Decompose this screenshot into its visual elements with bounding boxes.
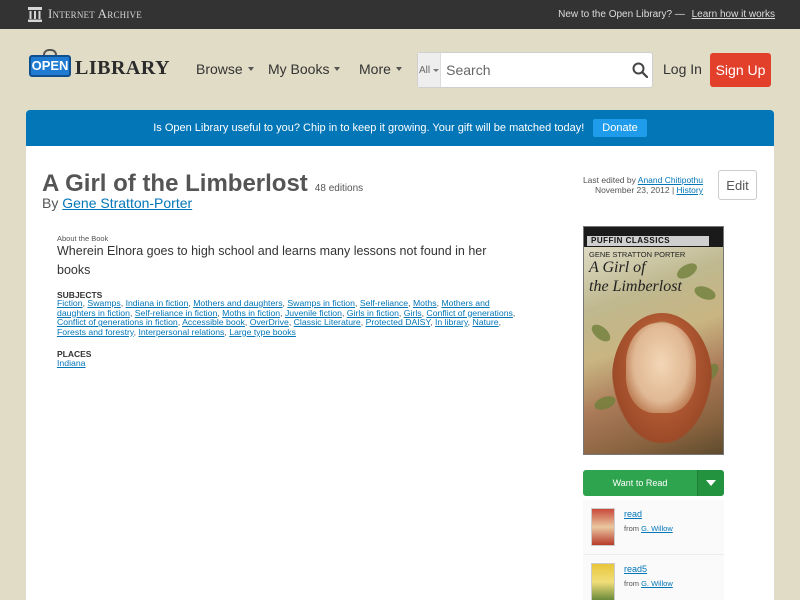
chevron-down-icon xyxy=(247,67,254,71)
donate-button[interactable]: Donate xyxy=(593,119,647,137)
subjects-list: Fiction, Swamps, Indiana in fiction, Mot… xyxy=(57,298,519,337)
internet-archive-logo[interactable]: Internet Archive xyxy=(28,6,142,22)
cover-title-line2: the Limberlost xyxy=(589,278,682,295)
archive-temple-icon xyxy=(28,6,42,22)
subject-link[interactable]: Self-reliance xyxy=(360,298,408,308)
nav-browse-label: Browse xyxy=(196,61,243,77)
subject-link[interactable]: Mothers and daughters xyxy=(193,298,282,308)
edit-date: November 23, 2012 | xyxy=(594,185,675,195)
search-input[interactable] xyxy=(441,53,628,87)
chevron-down-icon xyxy=(433,68,440,72)
subject-link[interactable]: Forests and forestry xyxy=(57,327,134,337)
cover-title: A Girl of the Limberlost xyxy=(589,258,682,296)
login-link[interactable]: Log In xyxy=(663,61,702,77)
nav-my-books-label: My Books xyxy=(268,61,330,77)
leaf-shape xyxy=(588,321,614,345)
search-scope-select[interactable]: All xyxy=(418,53,442,87)
want-to-read-dropdown[interactable] xyxy=(697,470,724,496)
history-link[interactable]: History xyxy=(677,185,703,195)
cover-title-line1: A Girl of xyxy=(589,259,646,276)
internet-archive-name: Internet Archive xyxy=(48,6,142,21)
new-user-prompt: New to the Open Library? — Learn how it … xyxy=(558,9,775,20)
subject-link[interactable]: Protected DAISY xyxy=(366,317,431,327)
subject-link[interactable]: Moths xyxy=(413,298,437,308)
nav-more[interactable]: More xyxy=(359,61,402,77)
chevron-down-icon xyxy=(395,67,402,71)
book-cover[interactable]: PUFFIN CLASSICS GENE STRATTON PORTER A G… xyxy=(583,226,724,455)
subject-link[interactable]: Conflict of generations in fiction xyxy=(57,317,178,327)
cover-series-label: PUFFIN CLASSICS xyxy=(587,236,709,246)
book-title: A Girl of the Limberlost xyxy=(42,170,308,197)
editions-count[interactable]: 48 editions xyxy=(315,183,363,194)
internet-archive-bar: Internet Archive New to the Open Library… xyxy=(0,0,800,29)
list-thumbnail[interactable] xyxy=(591,563,615,600)
want-to-read-control: Want to Read xyxy=(583,470,724,496)
editor-link[interactable]: Anand Chitipothu xyxy=(638,175,703,185)
subject-link[interactable]: Interpersonal relations xyxy=(138,327,224,337)
subject-link[interactable]: Girls in fiction xyxy=(347,308,399,318)
subject-link[interactable]: Moths in fiction xyxy=(222,308,280,318)
open-sign: OPEN xyxy=(29,55,71,77)
chevron-down-icon xyxy=(334,67,341,71)
subject-link[interactable]: Conflict of generations xyxy=(426,308,512,318)
last-edited-info: Last edited by Anand Chitipothu November… xyxy=(583,175,703,195)
byline: By Gene Stratton-Porter xyxy=(42,195,192,211)
book-panel: A Girl of the Limberlost 48 editions By … xyxy=(26,146,774,600)
places-list: Indiana xyxy=(57,358,86,368)
donate-banner-text: Is Open Library useful to you? Chip in t… xyxy=(153,122,585,134)
separator: , xyxy=(498,317,501,328)
lists-panel: read from G. Willow read5 from G. Willow xyxy=(583,500,724,600)
open-library-logo[interactable]: OPEN LIBRARY xyxy=(29,49,170,85)
subject-link[interactable]: Girls xyxy=(404,308,422,318)
signup-button[interactable]: Sign Up xyxy=(710,53,771,87)
subject-link[interactable]: Swamps in fiction xyxy=(287,298,355,308)
subject-link[interactable]: Nature xyxy=(472,317,498,327)
subject-link[interactable]: Accessible book xyxy=(182,317,245,327)
by-label: By xyxy=(42,195,59,211)
leaf-shape xyxy=(692,283,718,303)
author-link[interactable]: Gene Stratton-Porter xyxy=(62,195,192,211)
subject-link[interactable]: Self-reliance in fiction xyxy=(135,308,218,318)
list-owner-link[interactable]: G. Willow xyxy=(641,524,673,533)
new-user-text: New to the Open Library? — xyxy=(558,9,685,20)
search-bar: All xyxy=(417,52,653,88)
list-from-label: from xyxy=(624,524,639,533)
list-name-link[interactable]: read5 xyxy=(624,564,647,574)
nav-more-label: More xyxy=(359,61,391,77)
girl-face xyxy=(626,323,696,413)
subject-link[interactable]: OverDrive xyxy=(250,317,289,327)
edited-prefix: Last edited by xyxy=(582,175,636,185)
about-text: Wherein Elnora goes to high school and l… xyxy=(57,244,487,277)
chevron-down-icon xyxy=(706,480,716,486)
subject-link[interactable]: Swamps xyxy=(87,298,120,308)
learn-how-link[interactable]: Learn how it works xyxy=(692,9,775,20)
separator: , xyxy=(512,307,516,318)
list-item: read5 from G. Willow xyxy=(583,555,724,600)
want-to-read-button[interactable]: Want to Read xyxy=(583,470,697,496)
library-wordmark: LIBRARY xyxy=(75,57,171,79)
subject-link[interactable]: Juvenile fiction xyxy=(285,308,342,318)
nav-my-books[interactable]: My Books xyxy=(268,61,341,77)
search-scope-label: All xyxy=(419,64,431,76)
list-from-label: from xyxy=(624,579,639,588)
subject-link[interactable]: Large type books xyxy=(229,327,296,337)
search-icon[interactable] xyxy=(627,53,652,87)
subject-link[interactable]: Indiana in fiction xyxy=(126,298,189,308)
list-name-link[interactable]: read xyxy=(624,509,642,519)
list-thumbnail[interactable] xyxy=(591,508,615,546)
list-owner-link[interactable]: G. Willow xyxy=(641,579,673,588)
subject-link[interactable]: In library xyxy=(435,317,468,327)
donate-banner: Is Open Library useful to you? Chip in t… xyxy=(26,110,774,146)
nav-browse[interactable]: Browse xyxy=(196,61,254,77)
list-item: read from G. Willow xyxy=(583,500,724,555)
subject-link[interactable]: Fiction xyxy=(57,298,83,308)
book-title-row: A Girl of the Limberlost 48 editions xyxy=(42,170,363,198)
list-owner: from G. Willow xyxy=(624,524,673,533)
subject-link[interactable]: Classic Literature xyxy=(294,317,361,327)
list-owner: from G. Willow xyxy=(624,579,673,588)
edit-button[interactable]: Edit xyxy=(718,170,757,200)
place-link[interactable]: Indiana xyxy=(57,358,86,368)
